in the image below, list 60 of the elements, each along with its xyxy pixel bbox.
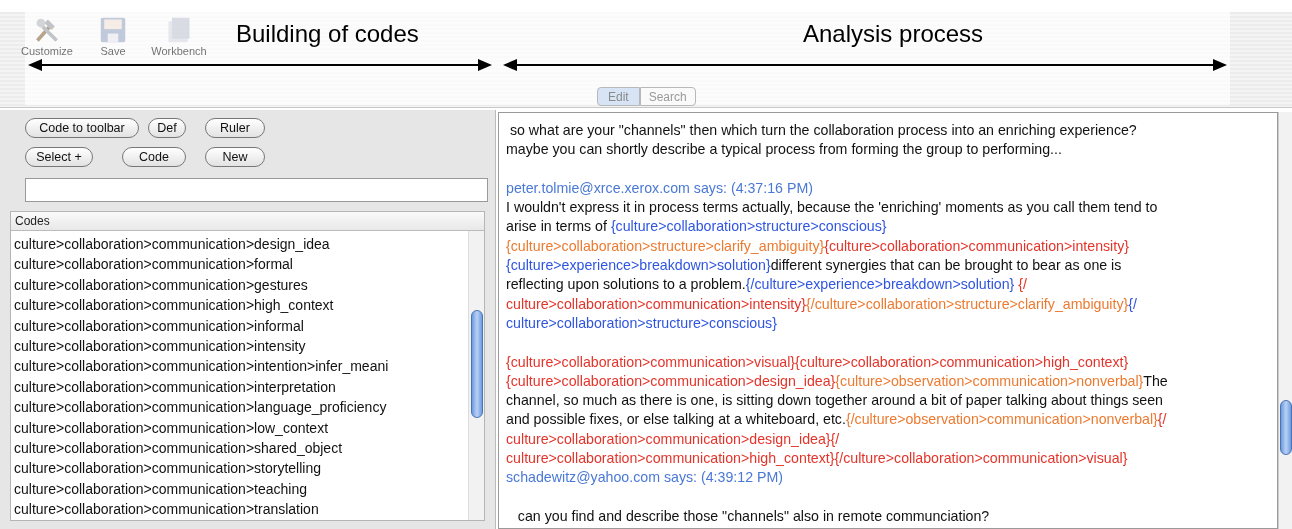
code-input-field[interactable] <box>25 178 488 202</box>
toolbar-item[interactable]: Customize <box>14 16 80 58</box>
chat-text: different synergies that can be brought to bear as one is <box>770 257 1122 274</box>
chat-text: maybe you can shortly describe a typical process from forming the group to performing... <box>506 141 1062 158</box>
chat-text: peter.tolmie@xrce.xerox.com says: (4:37:16 PM) <box>506 179 813 196</box>
chat-text: arise in terms of <box>506 218 608 235</box>
code-list-item[interactable]: culture>collaboration>communication>formal <box>14 256 293 273</box>
code-list-item[interactable]: culture>collaboration>communication>language_proficiency <box>14 399 387 416</box>
chat-text: channel, so much as there is one, is sitting down together around a bit of paper talking about things seen <box>506 392 1163 409</box>
code-list-item[interactable]: culture>collaboration>communication>translation <box>14 501 319 518</box>
chat-text: can you find and describe those "channels" also in remote communciation? <box>516 507 990 524</box>
code-list-item[interactable]: culture>collaboration>communication>intensity <box>14 337 306 354</box>
code-list-item[interactable]: culture>collaboration>communication>shared_object <box>14 439 343 456</box>
chat-text: {culture>collaboration>communication>visual}{culture>collaboration>communication>high_context} <box>506 353 1129 370</box>
chat-text: {/culture>experience>breakdown>solution} <box>745 276 1015 293</box>
annotation-label: Building of codes <box>236 19 419 49</box>
chat-text: {/culture>collaboration>structure>clarify_ambiguity} <box>806 295 1129 312</box>
chat-text: culture>collaboration>structure>conscious} <box>506 314 777 331</box>
code-list-item[interactable]: culture>collaboration>communication>gestures <box>14 276 308 293</box>
chat-text: {culture>experience>breakdown>solution} <box>506 257 771 274</box>
chat-text: {culture>collaboration>communication>intensity} <box>824 237 1130 254</box>
code-list-item[interactable]: culture>collaboration>communication>intention>infer_meani <box>14 358 389 375</box>
code-list-item[interactable]: culture>collaboration>communication>informal <box>14 317 304 334</box>
chat-text: so what are your "channels" then which turn the collaboration process into an enriching experience? <box>508 122 1137 138</box>
scrollbar[interactable] <box>468 231 484 520</box>
chat-text: {culture>collaboration>structure>clarify_ambiguity} <box>506 237 825 254</box>
chat-text: {/ <box>1157 411 1167 428</box>
chat-text: and possible fixes, or else talking at a whiteboard, etc. <box>506 411 846 428</box>
code-list-item[interactable]: culture>collaboration>communication>design_idea <box>14 236 330 252</box>
code-list-item[interactable]: culture>collaboration>communication>high_context <box>14 297 334 314</box>
chat-text: {culture>observation>communication>nonverbal} <box>835 372 1144 389</box>
chat-text: {/culture>observation>communication>nonverbal} <box>845 411 1158 428</box>
chat-text: I wouldn't express it in process terms actually, because the 'enriching' moments as you call them tend to <box>506 199 1158 216</box>
toolbar-item[interactable]: Save <box>80 16 146 58</box>
code-list-item[interactable]: culture>collaboration>communication>storytelling <box>14 460 321 477</box>
button[interactable]: Code <box>122 147 186 167</box>
chat-text: {/ <box>1128 295 1137 312</box>
code-list-item[interactable]: culture>collaboration>communication>teaching <box>14 480 307 497</box>
button[interactable]: Code to toolbar <box>25 118 139 138</box>
annotation-label: Analysis process <box>803 19 984 49</box>
scrollbar-thumb[interactable] <box>471 310 483 418</box>
button[interactable]: Def <box>148 118 186 138</box>
code-list-item[interactable]: culture>collaboration>communication>interpretation <box>14 378 336 395</box>
code-list-item[interactable]: culture>collaboration>communication>low_context <box>14 419 328 436</box>
chat-text: culture>collaboration>communication>intensity} <box>506 295 807 312</box>
button[interactable]: Ruler <box>205 118 265 138</box>
chat-text: {/ <box>1017 276 1027 293</box>
chat-text: culture>collaboration>communication>design_idea}{/ <box>506 430 840 447</box>
toolbar-item[interactable]: Workbench <box>146 16 212 58</box>
chat-text: {culture>collaboration>structure>conscious} <box>610 218 887 235</box>
button[interactable]: Select + <box>25 147 93 167</box>
column-header[interactable]: Codes <box>15 212 50 230</box>
chat-text: The <box>1143 372 1168 389</box>
scrollbar-thumb[interactable] <box>1280 400 1292 455</box>
chat-text: culture>collaboration>communication>high_context}{/culture>collaboration>communication>visual} <box>506 450 1128 467</box>
chat-text: schadewitz@yahoo.com says: (4:39:12 PM) <box>506 469 783 486</box>
chat-text: reflecting upon solutions to a problem. <box>506 276 746 293</box>
button[interactable]: New <box>205 147 265 167</box>
chat-text: {culture>collaboration>communication>design_idea} <box>506 372 836 389</box>
scrollbar[interactable] <box>1278 112 1292 529</box>
